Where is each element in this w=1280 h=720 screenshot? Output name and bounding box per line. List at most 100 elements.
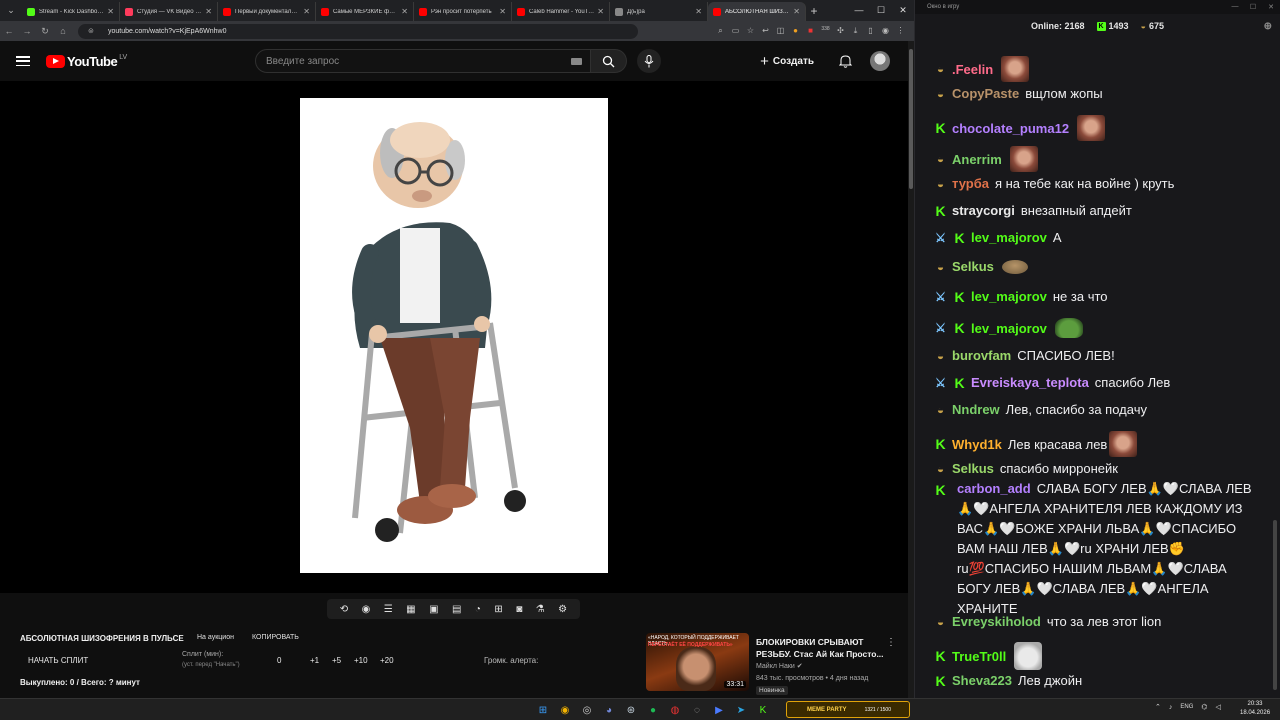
chat-maximize-icon[interactable]: ☐: [1244, 3, 1262, 11]
url-field[interactable]: ⊜ youtube.com/watch?v=KjEpA6Wnhw0: [78, 23, 638, 39]
chat-scrollbar-thumb[interactable]: [1273, 520, 1277, 690]
chat-username[interactable]: .Feelin: [952, 62, 993, 77]
chat-username[interactable]: chocolate_puma12: [952, 121, 1069, 136]
recommended-title[interactable]: БЛОКИРОВКИ СРЫВАЮТ РЕЗЬБУ. Стас Ай Как П…: [756, 636, 886, 660]
chat-message-list[interactable]: ◒ .Feelin ◒ CopyPaste вщлом жопы Kchocolate_p…: [915, 38, 1265, 698]
browser-tab[interactable]: Студия — VK Видео Live ✕: [120, 2, 218, 21]
mic-tray-icon[interactable]: ♪: [1169, 704, 1173, 711]
screen-icon[interactable]: ▣: [429, 604, 438, 615]
start-split-button[interactable]: НАЧАТЬ СПЛИТ: [28, 656, 88, 665]
app-blue-icon[interactable]: ▶: [708, 702, 730, 718]
discord-icon[interactable]: ◕: [598, 702, 620, 718]
spotify-icon[interactable]: ●: [642, 702, 664, 718]
auction-button[interactable]: На аукцион: [197, 634, 234, 641]
tab-close-icon[interactable]: ✕: [499, 7, 506, 16]
chat-close-icon[interactable]: ✕: [1262, 3, 1280, 11]
chat-username[interactable]: Selkus: [952, 259, 994, 274]
app-red-icon[interactable]: ◍: [664, 702, 686, 718]
chat-username[interactable]: straycorgi: [952, 203, 1015, 218]
chat-scrollbar[interactable]: [1272, 40, 1278, 695]
chat-message[interactable]: K Whyd1k Лев красава лев: [915, 431, 1265, 457]
windows-start-icon[interactable]: ⊞: [532, 702, 554, 718]
extension-arrow-icon[interactable]: ↩: [758, 26, 773, 36]
copy-button[interactable]: КОПИРОВАТЬ: [252, 634, 299, 641]
chat-message[interactable]: ◒ Nndrew Лев, спасибо за подачу: [915, 402, 1265, 417]
tab-close-icon[interactable]: ✕: [695, 7, 702, 16]
site-info-icon[interactable]: ⊜: [88, 27, 94, 35]
chat-message[interactable]: Kstraycorgi внезапный апдейт: [915, 203, 1265, 219]
browser-tab[interactable]: Рэн просит потерпеть ✕: [414, 2, 512, 21]
create-button[interactable]: + Создать: [756, 50, 818, 72]
camera-icon[interactable]: ◙: [516, 604, 522, 615]
zoom-icon[interactable]: ⌕: [713, 26, 728, 36]
tab-close-icon[interactable]: ✕: [793, 7, 800, 16]
search-input[interactable]: Введите запрос: [255, 49, 591, 73]
steam-icon[interactable]: ⊛: [620, 702, 642, 718]
chat-message[interactable]: ⚔ Klev_majorov: [915, 318, 1265, 338]
chat-message[interactable]: ◒ CopyPaste вщлом жопы: [915, 86, 1265, 101]
speed-icon[interactable]: ◔: [475, 604, 481, 615]
chat-message-long[interactable]: Kcarbon_add СЛАВА БОГУ ЛЕВ🙏🤍СЛАВА ЛЕВ🙏🤍АН…: [915, 479, 1265, 619]
browser-tab[interactable]: Stream - Kick Dashboard ✕: [22, 2, 120, 21]
loop-icon[interactable]: ⟲: [340, 604, 348, 615]
reload-icon[interactable]: ↻: [36, 26, 54, 37]
voice-search-button[interactable]: [637, 49, 661, 73]
split-value[interactable]: 0: [277, 656, 281, 665]
chat-message[interactable]: ◒ Anerrim: [915, 146, 1265, 172]
minimize-icon[interactable]: —: [848, 5, 870, 16]
playlist-icon[interactable]: ☰: [384, 604, 393, 615]
keyboard-icon[interactable]: [571, 57, 582, 65]
chat-username[interactable]: турба: [952, 176, 989, 191]
profile-icon[interactable]: ◉: [878, 26, 893, 36]
chat-username[interactable]: CopyPaste: [952, 86, 1019, 101]
chat-username[interactable]: Selkus: [952, 461, 994, 476]
search-button[interactable]: [591, 49, 627, 73]
youtube-logo[interactable]: YouTube LV: [46, 54, 127, 69]
language-indicator[interactable]: ENG: [1180, 704, 1193, 710]
home-icon[interactable]: ⌂: [54, 26, 72, 36]
chat-message[interactable]: K Sheva223 Лев джойн: [915, 673, 1265, 689]
browser-tab[interactable]: АБСОЛЮТНАЯ ШИЗОФРЕНИЯ✕: [708, 2, 806, 21]
maximize-icon[interactable]: ☐: [870, 5, 892, 16]
chat-message[interactable]: ⚔ Klev_majorov А: [915, 230, 1265, 246]
more-options-icon[interactable]: ⋮: [886, 637, 896, 648]
browser-tab[interactable]: Самые МЕРЗКИЕ форумы✕: [316, 2, 414, 21]
chat-minimize-icon[interactable]: —: [1226, 3, 1244, 11]
increment-20-button[interactable]: +20: [380, 656, 394, 665]
obs-icon[interactable]: ◎: [576, 702, 598, 718]
chat-username[interactable]: carbon_add: [957, 481, 1031, 496]
sidepanel-icon[interactable]: ▯: [863, 26, 878, 36]
recommended-channel[interactable]: Майкл Наки ✔: [756, 662, 803, 670]
chat-username[interactable]: Evreiskaya_teplota: [971, 375, 1089, 390]
video-frame[interactable]: [300, 98, 608, 573]
extension-icon[interactable]: ◫: [773, 26, 788, 36]
new-tab-button[interactable]: +: [806, 4, 822, 18]
tab-search-icon[interactable]: ⌄: [0, 0, 22, 21]
chat-message[interactable]: ◒ турба я на тебе как на войне ) круть: [915, 176, 1265, 191]
extension-orange-icon[interactable]: ●: [788, 26, 803, 36]
chat-message[interactable]: ⚔ K Evreiskaya_teplota спасибо Лев: [915, 375, 1265, 391]
chat-username[interactable]: TrueTr0ll: [952, 649, 1006, 664]
chrome-icon[interactable]: ◉: [554, 702, 576, 718]
chat-username[interactable]: Nndrew: [952, 402, 1000, 417]
menu-dots-icon[interactable]: ⋮: [893, 26, 908, 36]
tab-close-icon[interactable]: ✕: [303, 7, 310, 16]
tray-expand-icon[interactable]: ⌃: [1155, 703, 1161, 711]
chat-username[interactable]: lev_majorov: [971, 289, 1047, 304]
tab-close-icon[interactable]: ✕: [205, 7, 212, 16]
video-player[interactable]: [0, 81, 908, 593]
increment-1-button[interactable]: +1: [310, 656, 319, 665]
chat-username[interactable]: Anerrim: [952, 152, 1002, 167]
kick-taskbar-icon[interactable]: K: [752, 702, 774, 718]
browser-tab[interactable]: Caleb Hammer - YouTube ✕: [512, 2, 610, 21]
browser-tab[interactable]: Первый документальный ✕: [218, 2, 316, 21]
puzzle-icon[interactable]: ✣: [833, 26, 848, 36]
recommended-thumbnail[interactable]: «НАРОД, КОТОРЫЙ ПОДДЕРЖИВАЕТ ВЛАСТЬ, ПЕР…: [646, 633, 749, 691]
downloads-icon[interactable]: ⤓: [848, 26, 863, 36]
settings-gear-icon[interactable]: ⚙: [558, 604, 567, 615]
app-gray-icon[interactable]: ◌: [686, 702, 708, 718]
notifications-button[interactable]: [834, 50, 856, 72]
chat-username[interactable]: burovfam: [952, 348, 1011, 363]
audio-wave-icon[interactable]: ◉: [362, 604, 371, 615]
tab-close-icon[interactable]: ✕: [107, 7, 114, 16]
